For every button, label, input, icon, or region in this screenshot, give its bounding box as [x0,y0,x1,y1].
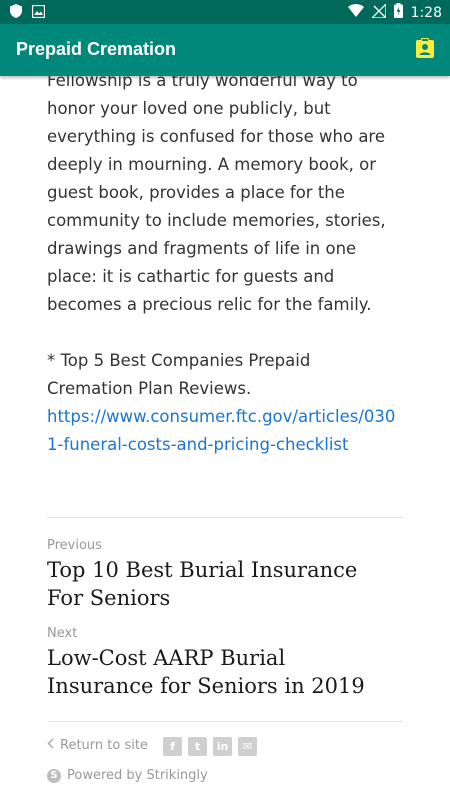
contact-button[interactable] [412,37,438,63]
next-label: Next [47,626,78,641]
chevron-left-icon [47,738,54,753]
share-buttons: f t in ✉ [163,737,257,756]
article-paragraph: * Top 5 Best Companies Prepaid Cremation… [47,351,311,398]
next-post-link[interactable]: Low-Cost AARP Burial Insurance for Senio… [47,644,397,700]
twitter-icon: t [194,740,201,753]
article-paragraph: Fellowship is a truly wonderful way to h… [47,76,386,314]
article-body: Fellowship is a truly wonderful way to h… [47,76,397,459]
powered-by-label: Powered by Strikingly [67,768,208,783]
wifi-icon [347,3,364,22]
previous-post-link[interactable]: Top 10 Best Burial Insurance For Seniors [47,556,397,612]
shield-icon [10,4,22,23]
app-title: Prepaid Cremation [16,39,177,59]
linkedin-share-button[interactable]: in [213,737,232,756]
clock-time: 1:28 [410,4,442,21]
email-icon: ✉ [242,740,253,753]
facebook-icon: f [170,740,175,753]
strikingly-logo-icon: S [47,768,61,783]
status-bar: 1:28 [0,0,450,24]
previous-label: Previous [47,538,102,553]
return-to-site-link[interactable]: Return to site [47,738,148,753]
divider [47,721,403,722]
no-signal-icon [369,1,387,22]
battery-charging-icon [393,3,403,22]
divider [47,517,403,518]
linkedin-icon: in [216,740,229,753]
email-share-button[interactable]: ✉ [238,737,257,756]
image-notification-icon [31,4,46,23]
powered-by-strikingly-link[interactable]: S Powered by Strikingly [47,768,208,783]
app-bar: Prepaid Cremation [0,24,450,76]
page-content[interactable]: Fellowship is a truly wonderful way to h… [0,76,450,800]
ftc-article-link[interactable]: https://www.consumer.ftc.gov/articles/03… [47,403,397,459]
facebook-share-button[interactable]: f [163,737,182,756]
twitter-share-button[interactable]: t [188,737,207,756]
contact-card-icon [416,37,434,63]
return-label: Return to site [60,738,148,753]
